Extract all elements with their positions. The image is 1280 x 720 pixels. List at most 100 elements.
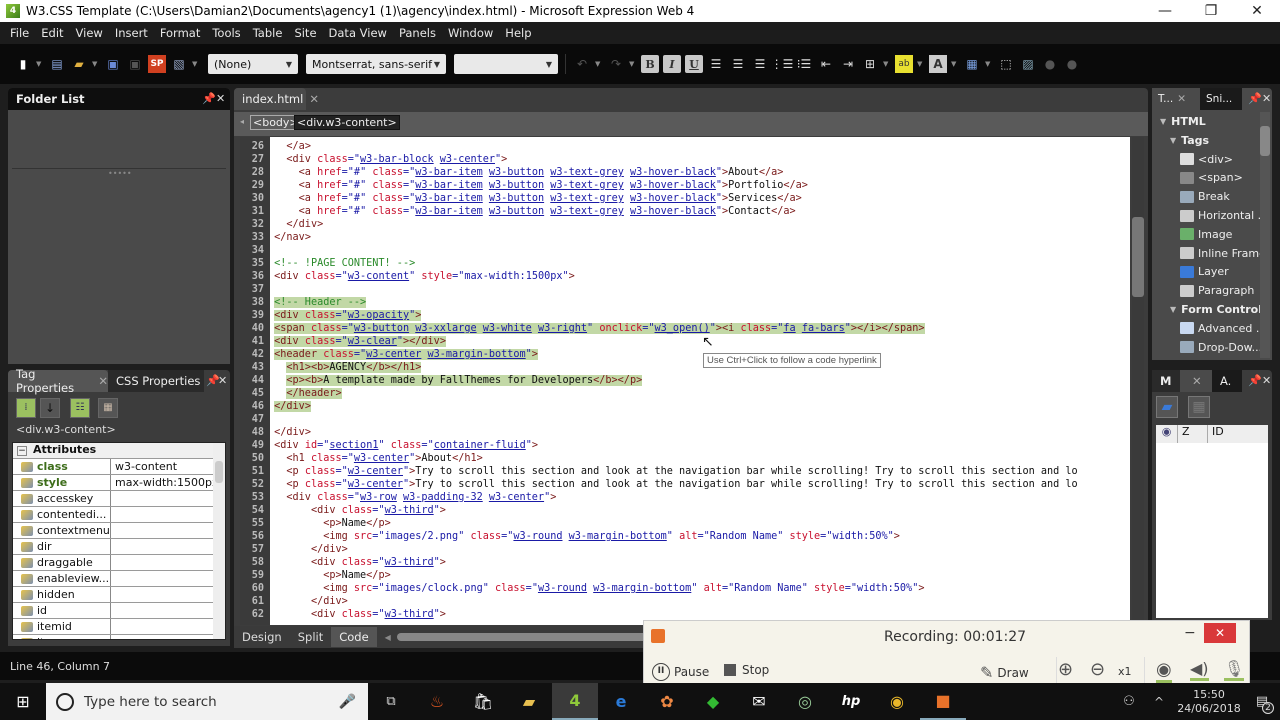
stop-button[interactable]: Stop [724, 663, 769, 677]
categorized-view-icon[interactable]: ⁞ [16, 398, 36, 418]
column-z[interactable]: Z [1178, 425, 1208, 443]
menu-edit[interactable]: Edit [35, 26, 69, 40]
close-icon[interactable]: ✕ [98, 374, 108, 388]
preview-dropdown-icon[interactable]: ▼ [192, 60, 200, 68]
italic-button[interactable]: I [663, 55, 681, 73]
menu-help[interactable]: Help [499, 26, 537, 40]
font-select[interactable]: Montserrat, sans-serif ▼ [306, 54, 446, 74]
code-line[interactable]: 47 [240, 413, 1130, 426]
menu-window[interactable]: Window [442, 26, 499, 40]
code-line[interactable]: 27 <div class="w3-bar-block w3-center"> [240, 153, 1130, 166]
tab-css-properties[interactable]: CSS Properties [108, 370, 204, 392]
tab-apply-styles[interactable]: A. [1212, 370, 1242, 392]
taskbar-search[interactable]: Type here to search 🎤 [46, 683, 368, 720]
app-fire-icon[interactable]: ♨ [414, 683, 460, 720]
expand-chevron-icon[interactable]: ▼ [1170, 305, 1176, 314]
code-line[interactable]: 61 </div> [240, 595, 1130, 608]
tab-design[interactable]: Design [234, 630, 290, 644]
attribute-row[interactable]: enableview... [13, 571, 225, 587]
close-icon[interactable]: ✕ [309, 92, 319, 106]
menu-data-view[interactable]: Data View [323, 26, 393, 40]
notifications-icon[interactable]: ▤ 2 [1244, 683, 1280, 720]
tab-toolbox[interactable]: T... ✕ [1152, 88, 1200, 110]
toolbox-item[interactable]: Layer [1180, 262, 1229, 281]
zoom-in-icon[interactable]: ⊕ [1058, 659, 1073, 680]
code-line[interactable]: 40 <span class="w3-button w3-xxlarge w3-… [240, 322, 1130, 335]
code-line[interactable]: 48 </div> [240, 426, 1130, 439]
numbered-list-icon[interactable]: ⋮☰ [771, 55, 794, 73]
silverlight-icon[interactable]: ● [1063, 55, 1081, 73]
code-line[interactable]: 30 <a href="#" class="w3-bar-item w3-but… [240, 192, 1130, 205]
webcam-app-icon[interactable]: ◎ [782, 683, 828, 720]
sharepoint-icon[interactable]: SP [148, 55, 166, 73]
attribute-value[interactable] [111, 619, 225, 634]
toolbox-item[interactable]: <div> [1180, 150, 1233, 169]
close-icon[interactable]: ✕ [216, 92, 225, 105]
menu-insert[interactable]: Insert [109, 26, 154, 40]
toolbox-item[interactable]: Image [1180, 225, 1232, 244]
code-line[interactable]: 46 </div> [240, 400, 1130, 413]
start-button[interactable]: ⊞ [0, 683, 46, 720]
show-hidden-icons-chevron[interactable]: ^ [1144, 683, 1174, 720]
close-icon[interactable]: ✕ [1177, 93, 1186, 105]
pin-icon[interactable]: 📌 [202, 92, 216, 105]
toolbox-item[interactable]: Horizontal ... [1180, 206, 1268, 225]
close-button[interactable]: ✕ [1234, 3, 1280, 19]
code-line[interactable]: 37 [240, 283, 1130, 296]
show-set-properties-icon[interactable]: ☷ [70, 398, 90, 418]
tab-index-html[interactable]: index.html ✕ [234, 88, 319, 110]
hp-icon[interactable]: hp [828, 683, 874, 720]
redo-dropdown-icon[interactable]: ▼ [629, 60, 637, 68]
minimize-button[interactable]: — [1142, 3, 1188, 19]
file-explorer-icon[interactable]: ▰ [506, 683, 552, 720]
new-document-icon[interactable]: ▤ [48, 55, 66, 73]
close-button[interactable]: ✕ [1204, 623, 1236, 643]
attribute-value[interactable]: max-width:1500px [111, 475, 225, 490]
tab-layers[interactable]: ✕ [1180, 370, 1212, 392]
code-line[interactable]: 52 <p class="w3-center">Try to scroll th… [240, 478, 1130, 491]
insert-table-icon[interactable]: ▦ [963, 55, 981, 73]
code-line[interactable]: 45 </header> [240, 387, 1130, 400]
decrease-indent-icon[interactable]: ⇤ [817, 55, 835, 73]
pin-icon[interactable]: 📌 [1248, 374, 1262, 387]
expand-chevron-icon[interactable]: ▼ [1160, 117, 1166, 126]
font-color-icon[interactable]: A [929, 55, 947, 73]
table-dropdown-icon[interactable]: ▼ [985, 60, 993, 68]
increase-indent-icon[interactable]: ⇥ [839, 55, 857, 73]
code-line[interactable]: 59 <p>Name</p> [240, 569, 1130, 582]
expand-chevron-icon[interactable]: ▼ [1170, 136, 1176, 145]
tab-code[interactable]: Code [331, 627, 377, 647]
code-line[interactable]: 50 <h1 class="w3-center">About</h1> [240, 452, 1130, 465]
attribute-row[interactable]: id [13, 603, 225, 619]
menu-view[interactable]: View [70, 26, 109, 40]
font-size-select[interactable]: ▼ [454, 54, 558, 74]
toolbox-item[interactable]: Drop-Dow... [1180, 338, 1262, 357]
attribute-row[interactable]: itemid [13, 619, 225, 635]
code-line[interactable]: 35 <!-- !PAGE CONTENT! --> [240, 257, 1130, 270]
chrome-icon[interactable]: ◉ [874, 683, 920, 720]
recorder-taskbar-icon[interactable]: ■ [920, 683, 966, 720]
sort-az-icon[interactable]: ↓ [40, 398, 60, 418]
code-line[interactable]: 38 <!-- Header --> [240, 296, 1130, 309]
menu-format[interactable]: Format [154, 26, 207, 40]
attribute-value[interactable]: w3-content [111, 459, 225, 474]
column-id[interactable]: ID [1208, 425, 1268, 443]
attribute-value[interactable] [111, 635, 225, 639]
scroll-left-icon[interactable]: ◂ [240, 117, 244, 126]
borders-icon[interactable]: ⊞ [861, 55, 879, 73]
font-color-dropdown-icon[interactable]: ▼ [951, 60, 959, 68]
highlight-icon[interactable]: ab [895, 55, 913, 73]
align-center-icon[interactable]: ☰ [729, 55, 747, 73]
clock[interactable]: 15:50 24/06/2018 [1174, 688, 1244, 716]
attribute-value[interactable] [111, 491, 225, 506]
scrollbar-thumb[interactable] [1132, 217, 1144, 297]
close-icon[interactable]: ✕ [1192, 374, 1202, 388]
restore-button[interactable]: ❐ [1188, 3, 1234, 19]
scrollbar-thumb[interactable] [1260, 126, 1270, 156]
toolbox-item[interactable]: Break [1180, 187, 1230, 206]
tab-split[interactable]: Split [290, 630, 332, 644]
microphone-icon[interactable]: 🎙 [1224, 659, 1245, 681]
attribute-icon[interactable]: ▦ [98, 398, 118, 418]
code-line[interactable]: 39 <div class="w3-opacity"> [240, 309, 1130, 322]
undo-icon[interactable]: ↶ [573, 55, 591, 73]
